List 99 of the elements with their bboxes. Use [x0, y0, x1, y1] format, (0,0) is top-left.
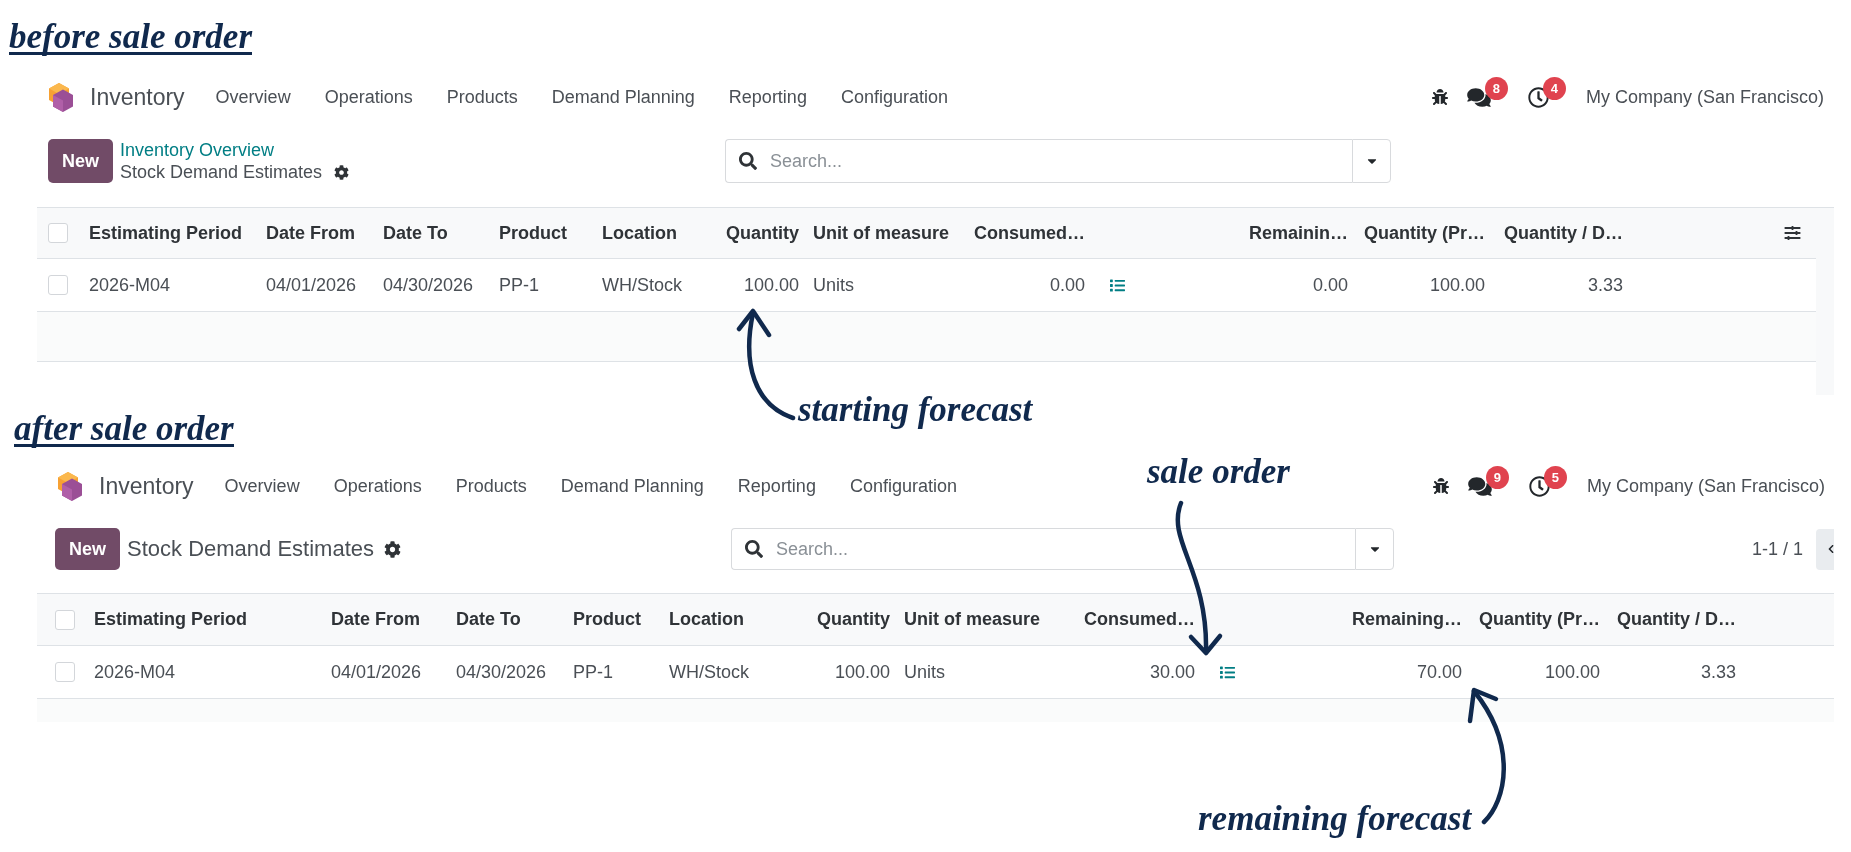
chevron-left-icon: [1828, 544, 1834, 554]
column-header[interactable]: Date From: [266, 222, 355, 244]
select-all-checkbox[interactable]: [55, 609, 75, 630]
menu-item[interactable]: Configuration: [840, 86, 948, 108]
table-cell: 0.00: [1312, 274, 1348, 296]
column-header[interactable]: Quantity (Pr…: [1479, 609, 1600, 630]
table-cell: WH/Stock: [669, 661, 749, 683]
company-switcher[interactable]: My Company (San Francisco): [1586, 475, 1825, 497]
list-icon[interactable]: [1108, 277, 1127, 293]
search-icon: [739, 152, 757, 170]
page-title: Stock Demand Estimates: [120, 161, 323, 183]
column-header[interactable]: Location: [602, 222, 677, 244]
table-cell: 2026-M04: [89, 274, 171, 296]
table-cell: PP-1: [573, 661, 614, 683]
menu-item[interactable]: Overview: [215, 86, 291, 108]
column-header[interactable]: Product: [499, 222, 567, 244]
column-header[interactable]: Consumed…: [974, 222, 1085, 244]
hexagon-logo-icon[interactable]: [57, 471, 83, 501]
chat-bubbles-icon[interactable]: [1466, 86, 1491, 108]
gear-icon[interactable]: [334, 164, 350, 180]
select-all-checkbox[interactable]: [48, 223, 68, 243]
app-name[interactable]: Inventory: [99, 472, 194, 500]
search-options-toggle[interactable]: [1355, 528, 1394, 570]
handwritten-note: starting forecast: [798, 389, 1033, 431]
table-cell: 30.00: [1149, 661, 1195, 683]
table-cell: 2026-M04: [94, 661, 176, 683]
column-header[interactable]: Estimating Period: [94, 609, 248, 630]
notification-badge: 8: [1484, 76, 1508, 100]
column-header[interactable]: Estimating Period: [89, 222, 243, 244]
app-name[interactable]: Inventory: [90, 83, 185, 111]
table-cell: Units: [904, 661, 945, 683]
column-header[interactable]: Quantity / D…: [1504, 222, 1623, 244]
row-checkbox[interactable]: [48, 275, 68, 295]
table-cell: 100.00: [1544, 661, 1600, 683]
column-header[interactable]: Quantity: [726, 222, 799, 244]
handwritten-heading: after sale order: [14, 413, 234, 447]
menu-item[interactable]: Reporting: [728, 86, 807, 108]
column-header[interactable]: Quantity / D…: [1617, 609, 1736, 630]
table-cell: 100.00: [743, 274, 799, 296]
table-cell: 04/01/2026: [331, 661, 422, 683]
handwritten-heading: before sale order: [9, 21, 252, 55]
column-header[interactable]: Quantity: [817, 609, 890, 630]
table-cell: 100.00: [1429, 274, 1485, 296]
table-cell: 04/01/2026: [266, 274, 357, 296]
handwritten-note: sale order: [1147, 451, 1290, 493]
menu-item[interactable]: Products: [455, 475, 527, 497]
menu-item[interactable]: Demand Planning: [560, 475, 704, 497]
table-cell: 3.33: [1587, 274, 1623, 296]
search-field[interactable]: Search...: [731, 528, 1355, 570]
table-cell: 3.33: [1700, 661, 1736, 683]
table-cell: 100.00: [834, 661, 890, 683]
table-cell: 70.00: [1416, 661, 1462, 683]
menu-item[interactable]: Configuration: [849, 475, 957, 497]
chat-bubbles-icon[interactable]: [1467, 475, 1492, 497]
hexagon-logo-icon[interactable]: [48, 82, 74, 112]
company-switcher[interactable]: My Company (San Francisco): [1585, 86, 1824, 108]
column-header[interactable]: Date To: [383, 222, 448, 244]
clock-icon[interactable]: [1528, 475, 1550, 497]
pager-value[interactable]: 1-1 / 1: [1751, 538, 1803, 560]
column-header[interactable]: Consumed…: [1084, 609, 1195, 630]
search-icon: [745, 540, 763, 558]
column-header[interactable]: Date From: [331, 609, 420, 630]
column-header[interactable]: Remainin…: [1248, 222, 1348, 244]
table-cell: 04/30/2026: [456, 661, 547, 683]
clock-icon[interactable]: [1527, 86, 1549, 108]
menu-item[interactable]: Products: [446, 86, 518, 108]
menu-item[interactable]: Operations: [324, 86, 413, 108]
new-button[interactable]: New: [55, 528, 120, 570]
menu-item[interactable]: Reporting: [737, 475, 816, 497]
menu-item[interactable]: Overview: [224, 475, 300, 497]
search-field[interactable]: Search...: [725, 139, 1352, 183]
search-options-toggle[interactable]: [1352, 139, 1391, 183]
bug-icon[interactable]: [1431, 89, 1448, 105]
new-button[interactable]: New: [48, 139, 113, 183]
column-header[interactable]: Remaining…: [1352, 609, 1462, 630]
notification-badge: 4: [1542, 76, 1566, 100]
column-header[interactable]: Unit of measure: [813, 222, 950, 244]
column-header[interactable]: Quantity (Pr…: [1364, 222, 1485, 244]
sliders-icon[interactable]: [1783, 225, 1802, 241]
notification-badge: 5: [1543, 465, 1567, 489]
column-header[interactable]: Location: [669, 609, 744, 630]
table-cell: PP-1: [499, 274, 540, 296]
table-cell: 0.00: [1049, 274, 1085, 296]
menu-item[interactable]: Operations: [333, 475, 422, 497]
breadcrumb-link[interactable]: Inventory Overview: [120, 140, 275, 160]
bug-icon[interactable]: [1432, 478, 1449, 494]
table-cell: 04/30/2026: [383, 274, 474, 296]
page-title: Stock Demand Estimates: [127, 538, 374, 560]
handwritten-note: remaining forecast: [1198, 798, 1472, 840]
table-cell: Units: [813, 274, 854, 296]
gear-icon[interactable]: [384, 540, 401, 558]
list-icon[interactable]: [1218, 664, 1237, 680]
column-header[interactable]: Product: [573, 609, 641, 630]
column-header[interactable]: Unit of measure: [904, 609, 1041, 630]
row-checkbox[interactable]: [55, 662, 75, 682]
menu-item[interactable]: Demand Planning: [551, 86, 695, 108]
table-cell: WH/Stock: [602, 274, 682, 296]
column-header[interactable]: Date To: [456, 609, 521, 630]
notification-badge: 9: [1485, 465, 1509, 489]
